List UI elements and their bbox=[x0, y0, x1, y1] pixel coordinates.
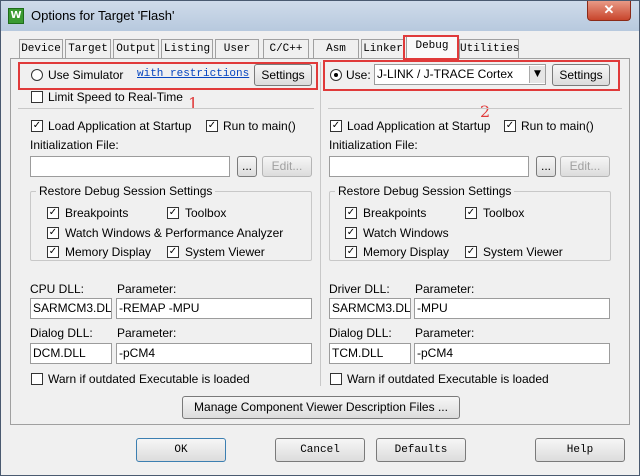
toolbox-label-driver: Toolbox bbox=[483, 206, 525, 220]
tab-output[interactable]: Output bbox=[113, 39, 159, 58]
init-file-label: Initialization File: bbox=[30, 138, 119, 152]
breakpoints-checkbox[interactable]: ✓ bbox=[47, 207, 59, 219]
dialog-dll-label-driver: Dialog DLL: bbox=[329, 326, 392, 340]
init-file-input[interactable] bbox=[30, 156, 230, 177]
load-app-label: Load Application at Startup bbox=[48, 119, 192, 133]
run-to-main-checkbox[interactable]: ✓ bbox=[206, 120, 218, 132]
annotation-1: 1 bbox=[188, 94, 199, 113]
system-viewer-checkbox-driver[interactable]: ✓ bbox=[465, 246, 477, 258]
debug-tab-highlight bbox=[403, 35, 459, 60]
window-title: Options for Target 'Flash' bbox=[31, 8, 175, 23]
tab-asm[interactable]: Asm bbox=[313, 39, 359, 58]
keil-icon: W bbox=[8, 8, 24, 24]
init-file-edit-button[interactable]: Edit... bbox=[262, 156, 312, 177]
memory-display-checkbox[interactable]: ✓ bbox=[47, 246, 59, 258]
dialog-dll-param-input-driver[interactable]: -pCM4 bbox=[414, 343, 610, 364]
debug-content: Use Simulator with restrictions Settings… bbox=[10, 58, 630, 425]
tab-target[interactable]: Target bbox=[65, 39, 111, 58]
dialog-dll-param-input[interactable]: -pCM4 bbox=[116, 343, 312, 364]
defaults-button[interactable]: Defaults bbox=[376, 438, 466, 462]
limit-speed-checkbox[interactable] bbox=[31, 91, 43, 103]
column-divider bbox=[320, 62, 321, 386]
dialog-dll-param-label-driver: Parameter: bbox=[415, 326, 475, 340]
title-bar: W Options for Target 'Flash' ✕ bbox=[1, 1, 639, 31]
tab-device[interactable]: Device bbox=[19, 39, 63, 58]
memory-display-label: Memory Display bbox=[65, 245, 152, 259]
tab-user[interactable]: User bbox=[215, 39, 259, 58]
toolbox-label: Toolbox bbox=[185, 206, 227, 220]
manage-component-viewer-button[interactable]: Manage Component Viewer Description File… bbox=[182, 396, 460, 419]
load-app-label-driver: Load Application at Startup bbox=[347, 119, 491, 133]
cpu-dll-param-input[interactable]: -REMAP -MPU bbox=[116, 298, 312, 319]
load-app-checkbox-driver[interactable]: ✓ bbox=[330, 120, 342, 132]
breakpoints-label: Breakpoints bbox=[65, 206, 129, 220]
simulator-highlight bbox=[18, 62, 318, 90]
dialog-dll-param-label: Parameter: bbox=[117, 326, 177, 340]
close-icon[interactable]: ✕ bbox=[587, 1, 631, 21]
tab-c-cpp[interactable]: C/C++ bbox=[263, 39, 309, 58]
load-app-checkbox[interactable]: ✓ bbox=[31, 120, 43, 132]
memory-display-label-driver: Memory Display bbox=[363, 245, 450, 259]
init-file-input-driver[interactable] bbox=[329, 156, 529, 177]
help-button[interactable]: Help bbox=[535, 438, 625, 462]
restore-settings-title: Restore Debug Session Settings bbox=[36, 184, 216, 198]
driver-dll-param-label: Parameter: bbox=[415, 282, 475, 296]
init-file-browse-button[interactable]: ... bbox=[237, 156, 257, 177]
warn-outdated-checkbox[interactable] bbox=[31, 373, 43, 385]
left-separator bbox=[18, 108, 314, 109]
cpu-dll-label: CPU DLL: bbox=[30, 282, 85, 296]
cancel-button[interactable]: Cancel bbox=[275, 438, 365, 462]
run-to-main-checkbox-driver[interactable]: ✓ bbox=[504, 120, 516, 132]
warn-outdated-label: Warn if outdated Executable is loaded bbox=[48, 372, 250, 386]
memory-display-checkbox-driver[interactable]: ✓ bbox=[345, 246, 357, 258]
right-separator bbox=[328, 108, 622, 109]
dialog-dll-label: Dialog DLL: bbox=[30, 326, 93, 340]
ok-button[interactable]: OK bbox=[136, 438, 226, 462]
run-to-main-label-driver: Run to main() bbox=[521, 119, 594, 133]
dialog-dll-input[interactable]: DCM.DLL bbox=[30, 343, 112, 364]
toolbox-checkbox-driver[interactable]: ✓ bbox=[465, 207, 477, 219]
init-file-label-driver: Initialization File: bbox=[329, 138, 418, 152]
tab-linker[interactable]: Linker bbox=[361, 39, 405, 58]
warn-outdated-checkbox-driver[interactable] bbox=[330, 373, 342, 385]
init-file-edit-button-driver[interactable]: Edit... bbox=[560, 156, 610, 177]
limit-speed-label: Limit Speed to Real-Time bbox=[48, 90, 183, 104]
warn-outdated-label-driver: Warn if outdated Executable is loaded bbox=[347, 372, 549, 386]
driver-dll-param-input[interactable]: -MPU bbox=[414, 298, 610, 319]
system-viewer-label-driver: System Viewer bbox=[483, 245, 563, 259]
toolbox-checkbox[interactable]: ✓ bbox=[167, 207, 179, 219]
watch-windows-label: Watch Windows & Performance Analyzer bbox=[65, 226, 284, 240]
options-dialog: W Options for Target 'Flash' ✕ Device Ta… bbox=[0, 0, 640, 476]
cpu-dll-param-label: Parameter: bbox=[117, 282, 177, 296]
watch-windows-checkbox-driver[interactable]: ✓ bbox=[345, 227, 357, 239]
driver-dll-label: Driver DLL: bbox=[329, 282, 390, 296]
init-file-browse-button-driver[interactable]: ... bbox=[536, 156, 556, 177]
breakpoints-checkbox-driver[interactable]: ✓ bbox=[345, 207, 357, 219]
driver-dll-input[interactable]: SARMCM3.DLL bbox=[329, 298, 411, 319]
dialog-dll-input-driver[interactable]: TCM.DLL bbox=[329, 343, 411, 364]
run-to-main-label: Run to main() bbox=[223, 119, 296, 133]
tab-utilities[interactable]: Utilities bbox=[459, 39, 519, 58]
tab-listing[interactable]: Listing bbox=[161, 39, 213, 58]
watch-windows-label-driver: Watch Windows bbox=[363, 226, 449, 240]
system-viewer-checkbox[interactable]: ✓ bbox=[167, 246, 179, 258]
breakpoints-label-driver: Breakpoints bbox=[363, 206, 427, 220]
driver-highlight bbox=[323, 60, 620, 91]
watch-windows-checkbox[interactable]: ✓ bbox=[47, 227, 59, 239]
cpu-dll-input[interactable]: SARMCM3.DLL bbox=[30, 298, 112, 319]
restore-settings-title-driver: Restore Debug Session Settings bbox=[335, 184, 515, 198]
system-viewer-label: System Viewer bbox=[185, 245, 265, 259]
